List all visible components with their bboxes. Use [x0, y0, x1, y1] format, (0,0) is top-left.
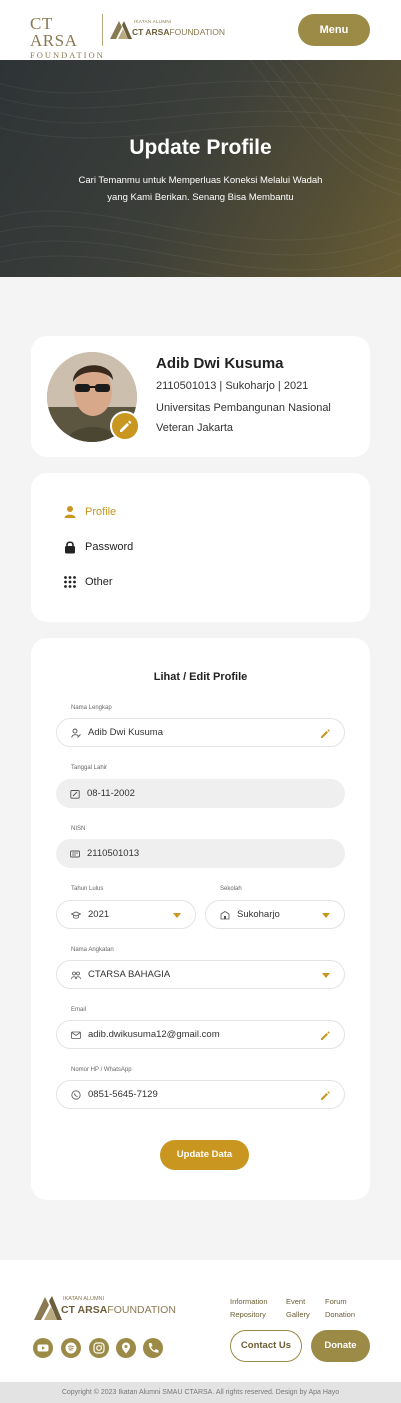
ctarsa-foundation-logo[interactable]: CT ARSA FOUNDATION	[30, 15, 103, 60]
whatsapp-icon	[71, 1089, 81, 1100]
nisn-label: NISN	[71, 826, 86, 832]
nav-item-profile[interactable]: Profile	[63, 502, 116, 522]
location-icon	[122, 1342, 130, 1354]
update-data-button[interactable]: Update Data	[160, 1140, 249, 1170]
page-title: Update Profile	[129, 136, 272, 159]
footer-logo-small: IKATAN ALUMNI	[63, 1296, 105, 1302]
menu-button[interactable]: Menu	[298, 14, 370, 46]
site-header: CT ARSA FOUNDATION IKATAN ALUMNI CT ARSA…	[0, 0, 401, 60]
spotify-button[interactable]	[61, 1338, 81, 1358]
user-icon	[64, 506, 76, 518]
group-icon	[71, 971, 81, 979]
user-edit-icon	[71, 728, 81, 738]
nav-item-label: Other	[85, 576, 113, 588]
lock-icon	[65, 541, 75, 554]
pencil-icon[interactable]	[320, 1030, 331, 1041]
nisn-value: 2110501013	[87, 848, 140, 859]
footer-link-event[interactable]: Event	[286, 1297, 305, 1306]
form-title: Lihat / Edit Profile	[153, 671, 248, 683]
copyright-bar: Copyright © 2023 Ikatan Alumni SMAU CTAR…	[0, 1382, 401, 1403]
angkatan-select[interactable]: CTARSA BAHAGIA	[56, 960, 345, 989]
instagram-button[interactable]	[89, 1338, 109, 1358]
contact-us-button[interactable]: Contact Us	[230, 1330, 302, 1362]
id-card-icon	[70, 850, 80, 857]
profile-university: Universitas Pembangunan Nasional Veteran…	[156, 402, 331, 434]
sekolah-select[interactable]: Sukoharjo	[205, 900, 345, 929]
email-value: adib.dwikusuma12@gmail.com	[88, 1029, 220, 1040]
nav-item-label: Profile	[85, 506, 117, 518]
nama-label: Nama Lengkap	[71, 705, 112, 711]
location-button[interactable]	[116, 1338, 136, 1358]
chevron-down-icon	[322, 913, 330, 918]
angkatan-value: CTARSA BAHAGIA	[88, 969, 171, 980]
youtube-button[interactable]	[33, 1338, 53, 1358]
main-content: Adib Dwi Kusuma 2110501013 | Sukoharjo |…	[0, 277, 401, 1260]
footer-logo-mark-icon	[34, 1296, 62, 1320]
mail-icon	[71, 1031, 81, 1039]
angkatan-label: Nama Angkatan	[71, 947, 114, 953]
tahun-value: 2021	[88, 909, 110, 920]
footer-link-donation[interactable]: Donation	[325, 1310, 355, 1319]
email-label: Email	[71, 1007, 87, 1013]
tgl-value: 08-11-2002	[87, 788, 135, 799]
tahun-select[interactable]: 2021	[56, 900, 196, 929]
pencil-icon[interactable]	[320, 1090, 331, 1101]
profile-nav-card: Profile Password Other	[31, 473, 370, 622]
edit-avatar-button[interactable]	[110, 411, 140, 441]
grid-icon	[64, 576, 76, 588]
site-footer: IKATAN ALUMNI CT ARSAFOUNDATION Informat…	[0, 1260, 401, 1382]
tgl-field: 08-11-2002	[56, 779, 345, 808]
footer-link-gallery[interactable]: Gallery	[286, 1310, 310, 1319]
pencil-icon[interactable]	[320, 728, 331, 739]
footer-logo-rest: FOUNDATION	[107, 1304, 176, 1316]
spotify-icon	[65, 1342, 77, 1354]
chevron-down-icon	[322, 973, 330, 978]
edit-profile-form: Lihat / Edit Profile Nama Lengkap Adib D…	[31, 638, 370, 1200]
page-subtitle: Cari Temanmu untuk Memperluas Koneksi Me…	[78, 175, 323, 203]
hp-value: 0851-5645-7129	[88, 1089, 158, 1100]
tahun-label: Tahun Lulus	[71, 886, 104, 892]
alumni-logo-text: CT ARSAFOUNDATION	[132, 27, 225, 37]
profile-meta: 2110501013 | Sukoharjo | 2021	[156, 380, 309, 392]
hp-label: Nomor HP / WhatsApp	[71, 1067, 132, 1073]
hero-wave-pattern	[0, 60, 401, 277]
school-icon	[220, 910, 230, 919]
profile-summary-card: Adib Dwi Kusuma 2110501013 | Sukoharjo |…	[31, 336, 370, 457]
footer-link-repository[interactable]: Repository	[230, 1310, 266, 1319]
logo-line-1: CT ARSA	[30, 14, 78, 50]
logo-divider	[102, 14, 103, 46]
nav-item-password[interactable]: Password	[63, 537, 133, 557]
nisn-field: 2110501013	[56, 839, 345, 868]
profile-name: Adib Dwi Kusuma	[156, 355, 284, 372]
hp-field[interactable]: 0851-5645-7129	[56, 1080, 345, 1109]
alumni-logo[interactable]: IKATAN ALUMNI CT ARSAFOUNDATION	[110, 18, 225, 40]
sekolah-value: Sukoharjo	[237, 909, 280, 920]
pencil-icon	[120, 420, 132, 432]
hero-banner: Update Profile Cari Temanmu untuk Memper…	[0, 60, 401, 277]
footer-link-forum[interactable]: Forum	[325, 1297, 347, 1306]
alumni-logo-rest: FOUNDATION	[169, 27, 226, 37]
alumni-logo-brand: CT ARSA	[132, 27, 170, 37]
nav-item-other[interactable]: Other	[63, 572, 113, 592]
phone-icon	[148, 1343, 159, 1353]
donate-button[interactable]: Donate	[311, 1330, 370, 1362]
sekolah-label: Sekolah	[220, 886, 242, 892]
nama-value: Adib Dwi Kusuma	[88, 727, 163, 738]
graduation-cap-icon	[71, 911, 81, 919]
alumni-logo-small: IKATAN ALUMNI	[134, 19, 172, 24]
nav-item-label: Password	[85, 541, 134, 553]
tgl-label: Tanggal Lahir	[71, 765, 108, 771]
footer-link-information[interactable]: Information	[230, 1297, 268, 1306]
phone-button[interactable]	[143, 1338, 163, 1358]
email-field[interactable]: adib.dwikusuma12@gmail.com	[56, 1020, 345, 1049]
alumni-logo-mark-icon	[110, 21, 132, 39]
nama-field[interactable]: Adib Dwi Kusuma	[56, 718, 345, 747]
footer-logo[interactable]: IKATAN ALUMNI CT ARSAFOUNDATION	[34, 1292, 176, 1322]
calendar-edit-icon	[70, 789, 80, 799]
footer-logo-brand: CT ARSA	[61, 1304, 108, 1316]
instagram-icon	[93, 1342, 105, 1354]
footer-logo-text: CT ARSAFOUNDATION	[61, 1304, 176, 1316]
chevron-down-icon	[173, 913, 181, 918]
youtube-icon	[37, 1344, 49, 1352]
